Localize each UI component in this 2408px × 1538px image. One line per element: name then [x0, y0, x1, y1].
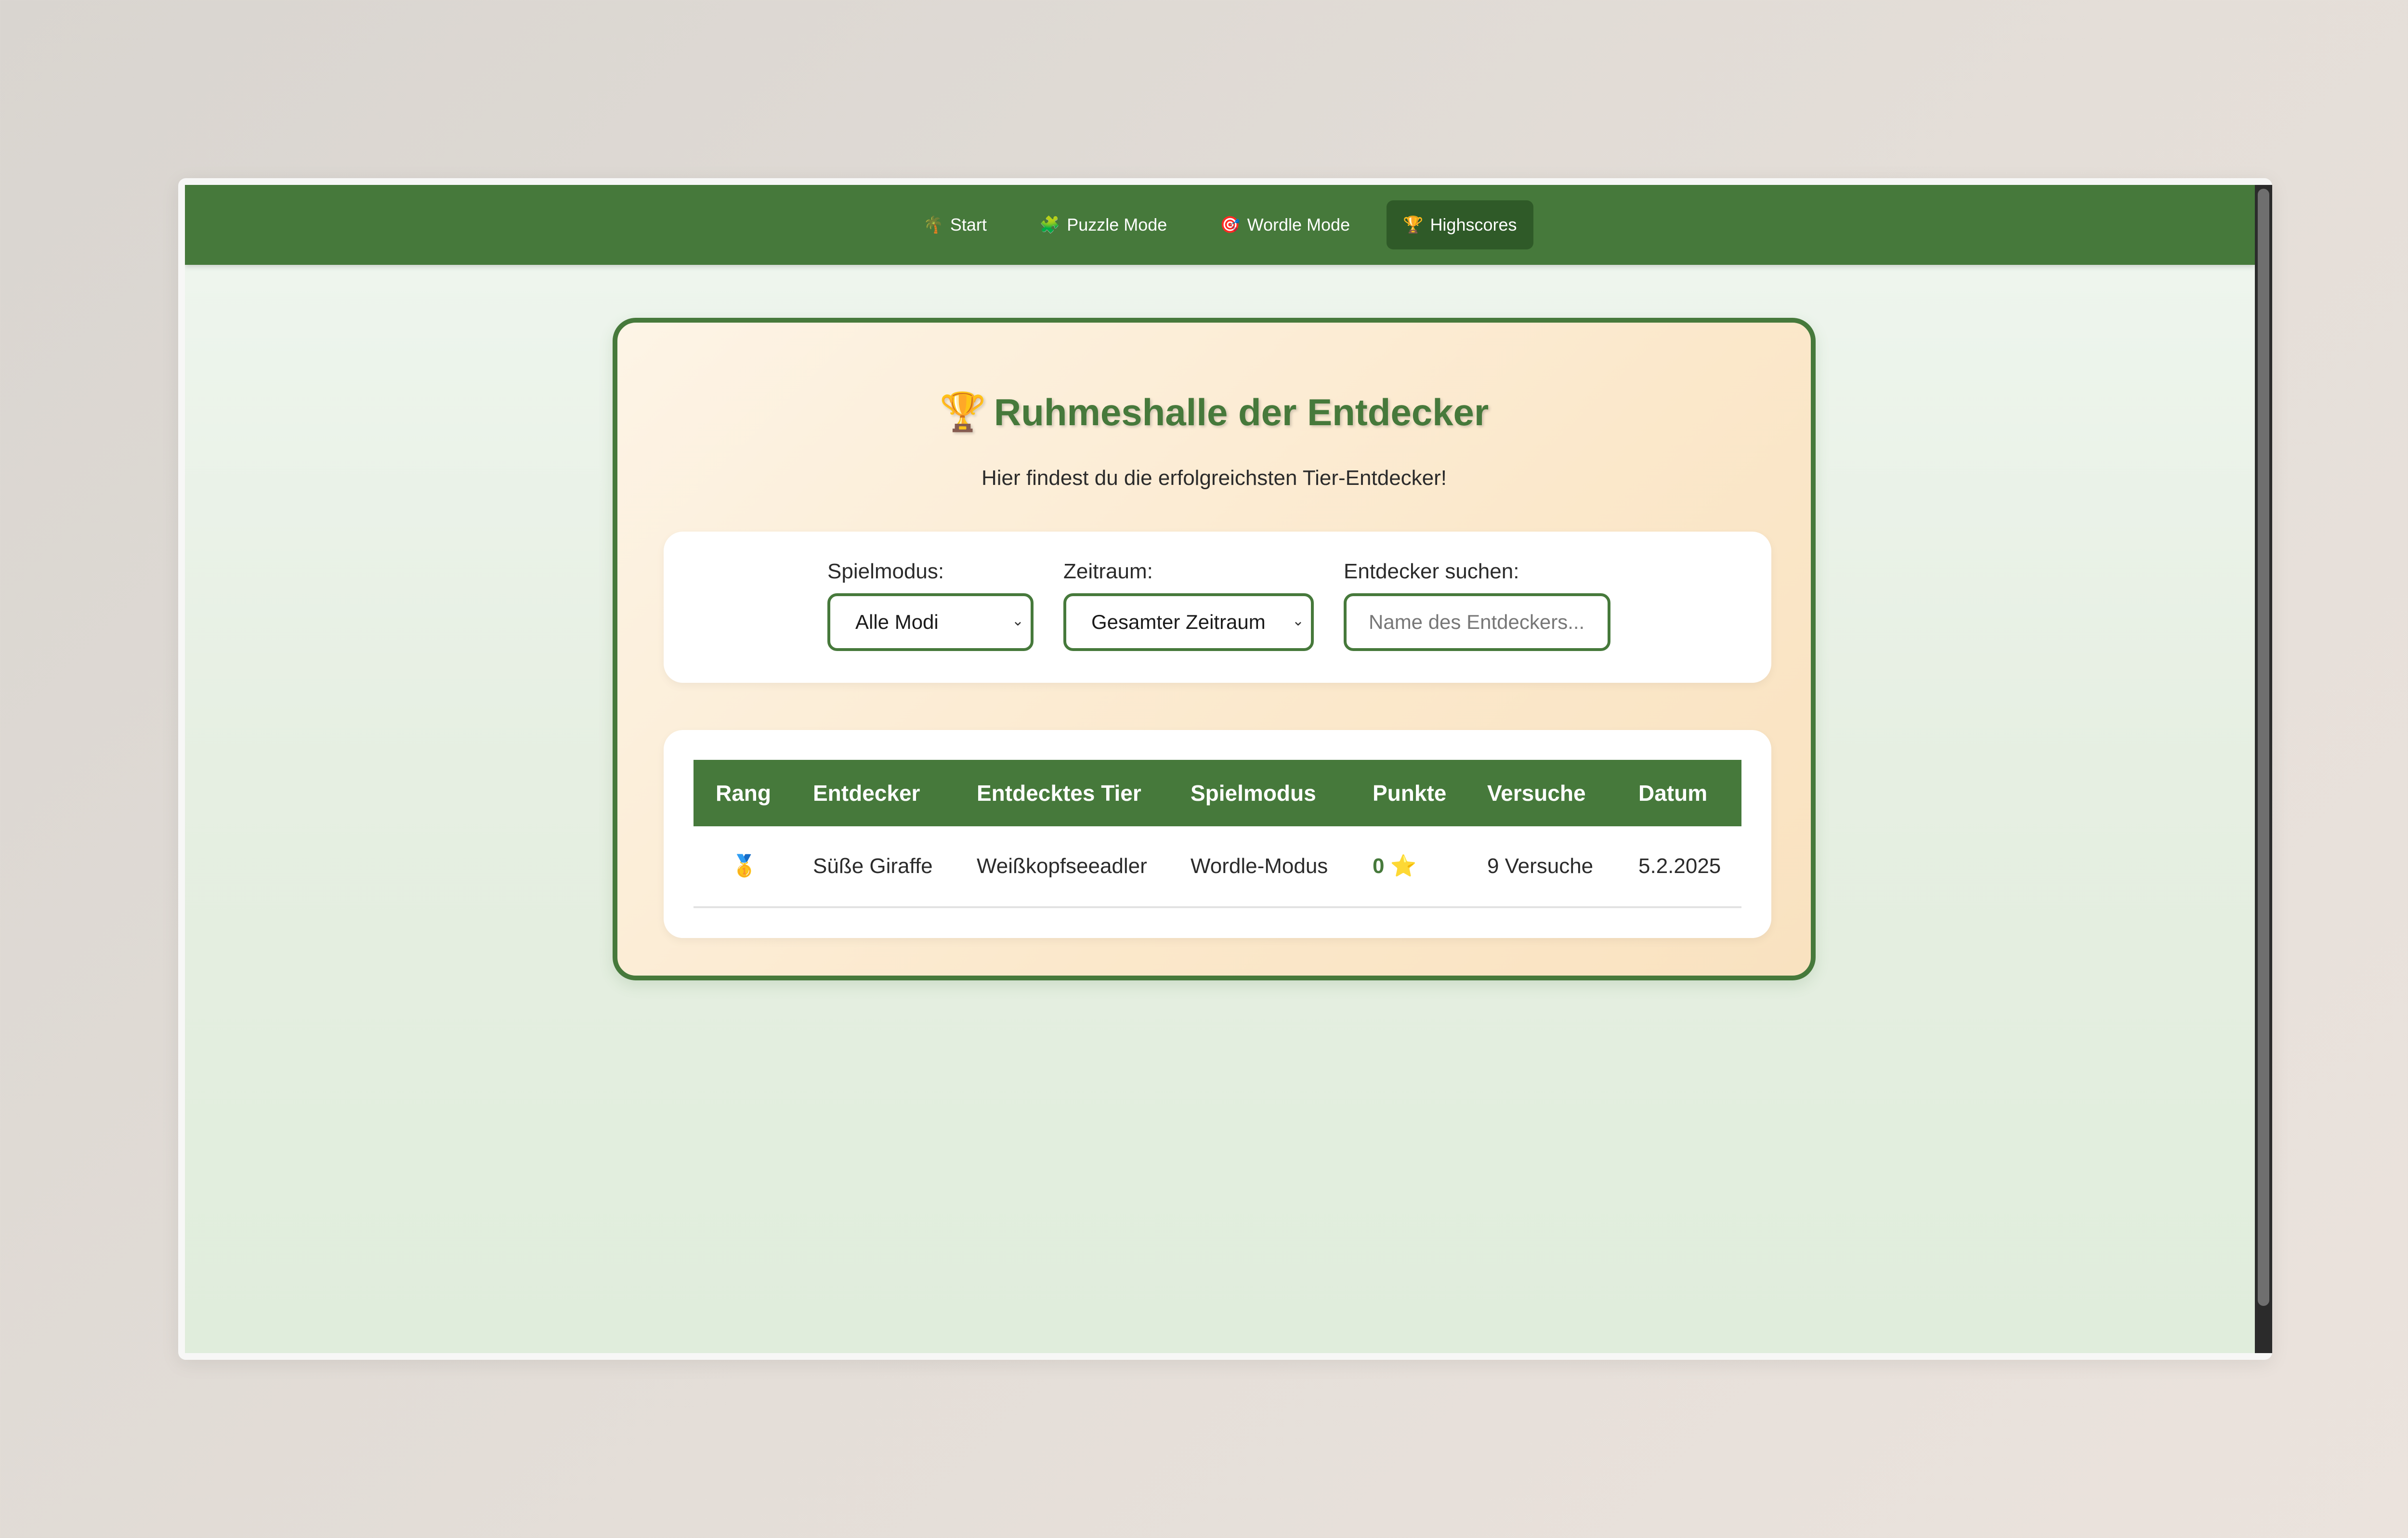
nav-puzzle-mode-label: Puzzle Mode	[1067, 215, 1167, 235]
nav-wordle-mode-label: Wordle Mode	[1247, 215, 1350, 235]
mode-select[interactable]: Alle Modi ⌄	[827, 593, 1034, 651]
star-icon: ⭐	[1390, 854, 1417, 878]
nav-highscores-label: Highscores	[1430, 215, 1517, 235]
nav-start-label: Start	[950, 215, 987, 235]
search-filter-group: Entdecker suchen: Name des Entdeckers...	[1344, 560, 1610, 651]
mode-filter-label: Spielmodus:	[827, 560, 944, 583]
browser-window: 🌴 Start 🧩 Puzzle Mode 🎯 Wordle Mode 🏆 Hi…	[178, 178, 2272, 1360]
highscore-card: 🏆 Ruhmeshalle der Entdecker Hier findest…	[613, 318, 1816, 980]
chevron-down-icon: ⌄	[1292, 613, 1304, 629]
points-value: 0	[1373, 854, 1385, 878]
mode-filter-group: Spielmodus: Alle Modi ⌄	[827, 560, 1034, 651]
search-filter-label: Entdecker suchen:	[1344, 560, 1519, 583]
header-animal[interactable]: Entdecktes Tier	[977, 760, 1141, 826]
header-date[interactable]: Datum	[1638, 760, 1707, 826]
filter-panel: Spielmodus: Alle Modi ⌄ Zeitraum: Gesamt…	[664, 532, 1771, 683]
header-points[interactable]: Punkte	[1373, 760, 1446, 826]
palm-tree-icon: 🌴	[923, 216, 943, 234]
header-rank[interactable]: Rang	[716, 760, 771, 826]
highscore-table: Rang Entdecker Entdecktes Tier Spielmodu…	[664, 730, 1771, 938]
period-select-value: Gesamter Zeitraum	[1091, 611, 1266, 633]
header-explorer[interactable]: Entdecker	[813, 760, 920, 826]
puzzle-piece-icon: 🧩	[1039, 216, 1060, 234]
mode-select-value: Alle Modi	[855, 611, 939, 633]
nav-start-link[interactable]: 🌴 Start	[906, 200, 1003, 249]
cell-animal: Weißkopfseeadler	[977, 854, 1147, 878]
nav-puzzle-mode-link[interactable]: 🧩 Puzzle Mode	[1023, 200, 1183, 249]
nav-highscores-link[interactable]: 🏆 Highscores	[1387, 200, 1533, 249]
table-row[interactable]: 🥇 Süße Giraffe Weißkopfseeadler Wordle-M…	[694, 826, 1741, 908]
explorer-search-input[interactable]: Name des Entdeckers...	[1344, 593, 1610, 651]
cell-explorer: Süße Giraffe	[813, 854, 933, 878]
nav-wordle-mode-link[interactable]: 🎯 Wordle Mode	[1204, 200, 1366, 249]
page-title-text: Ruhmeshalle der Entdecker	[994, 391, 1489, 433]
scrollbar-thumb[interactable]	[2258, 189, 2269, 1306]
cell-mode: Wordle-Modus	[1191, 854, 1328, 878]
header-attempts[interactable]: Versuche	[1487, 760, 1586, 826]
page-title: 🏆 Ruhmeshalle der Entdecker	[617, 390, 1811, 434]
trophy-icon: 🏆	[1403, 216, 1424, 234]
chevron-down-icon: ⌄	[1011, 613, 1024, 629]
period-filter-label: Zeitraum:	[1063, 560, 1153, 583]
search-placeholder: Name des Entdeckers...	[1369, 611, 1585, 633]
header-mode[interactable]: Spielmodus	[1191, 760, 1316, 826]
page-viewport: 🌴 Start 🧩 Puzzle Mode 🎯 Wordle Mode 🏆 Hi…	[185, 185, 2272, 1353]
page-subtitle: Hier findest du die erfolgreichsten Tier…	[981, 466, 1447, 490]
cell-points: 0 ⭐	[1373, 826, 1417, 906]
trophy-icon: 🏆	[939, 391, 986, 433]
period-select[interactable]: Gesamter Zeitraum ⌄	[1063, 593, 1314, 651]
table-header-row: Rang Entdecker Entdecktes Tier Spielmodu…	[694, 760, 1741, 826]
vertical-scrollbar[interactable]	[2255, 185, 2272, 1353]
cell-date: 5.2.2025	[1638, 854, 1721, 878]
cell-attempts: 9 Versuche	[1487, 854, 1594, 878]
gold-medal-icon: 🥇	[731, 854, 758, 878]
period-filter-group: Zeitraum: Gesamter Zeitraum ⌄	[1063, 560, 1314, 651]
target-icon: 🎯	[1220, 216, 1241, 234]
top-navbar: 🌴 Start 🧩 Puzzle Mode 🎯 Wordle Mode 🏆 Hi…	[185, 185, 2255, 265]
